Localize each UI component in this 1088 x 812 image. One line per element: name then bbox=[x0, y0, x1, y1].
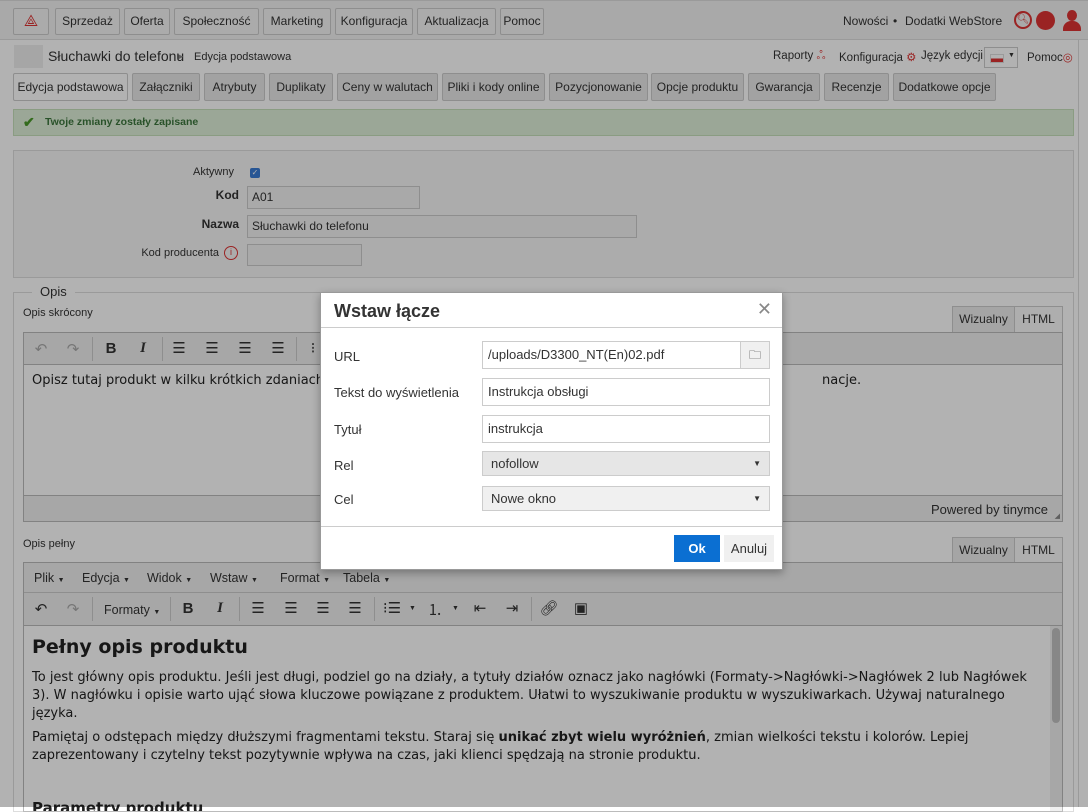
rel-label: Rel bbox=[334, 458, 354, 473]
browse-files-button[interactable]: 🗀 bbox=[740, 341, 770, 369]
insert-link-dialog: Wstaw łącze ✕ URL /uploads/D3300_NT(En)0… bbox=[320, 292, 783, 570]
rel-value: nofollow bbox=[491, 456, 539, 471]
dialog-footer-divider bbox=[321, 526, 782, 527]
chevron-down-icon: ▼ bbox=[753, 459, 761, 468]
ok-button[interactable]: Ok bbox=[674, 535, 720, 562]
dialog-title: Wstaw łącze bbox=[334, 301, 441, 321]
display-text-input[interactable]: Instrukcja obsługi bbox=[482, 378, 770, 406]
close-icon[interactable]: ✕ bbox=[757, 299, 772, 320]
display-text-label: Tekst do wyświetlenia bbox=[334, 385, 459, 400]
target-select[interactable]: Nowe okno ▼ bbox=[482, 486, 770, 511]
dialog-header: Wstaw łącze ✕ bbox=[321, 293, 782, 328]
title-input[interactable]: instrukcja bbox=[482, 415, 770, 443]
target-label: Cel bbox=[334, 492, 354, 507]
url-input[interactable]: /uploads/D3300_NT(En)02.pdf bbox=[482, 341, 741, 369]
folder-search-icon: 🗀 bbox=[748, 348, 761, 362]
rel-select[interactable]: nofollow ▼ bbox=[482, 451, 770, 476]
target-value: Nowe okno bbox=[491, 491, 557, 506]
cancel-button[interactable]: Anuluj bbox=[724, 535, 774, 562]
chevron-down-icon: ▼ bbox=[753, 494, 761, 503]
url-label: URL bbox=[334, 349, 361, 364]
title-label: Tytuł bbox=[334, 422, 362, 437]
